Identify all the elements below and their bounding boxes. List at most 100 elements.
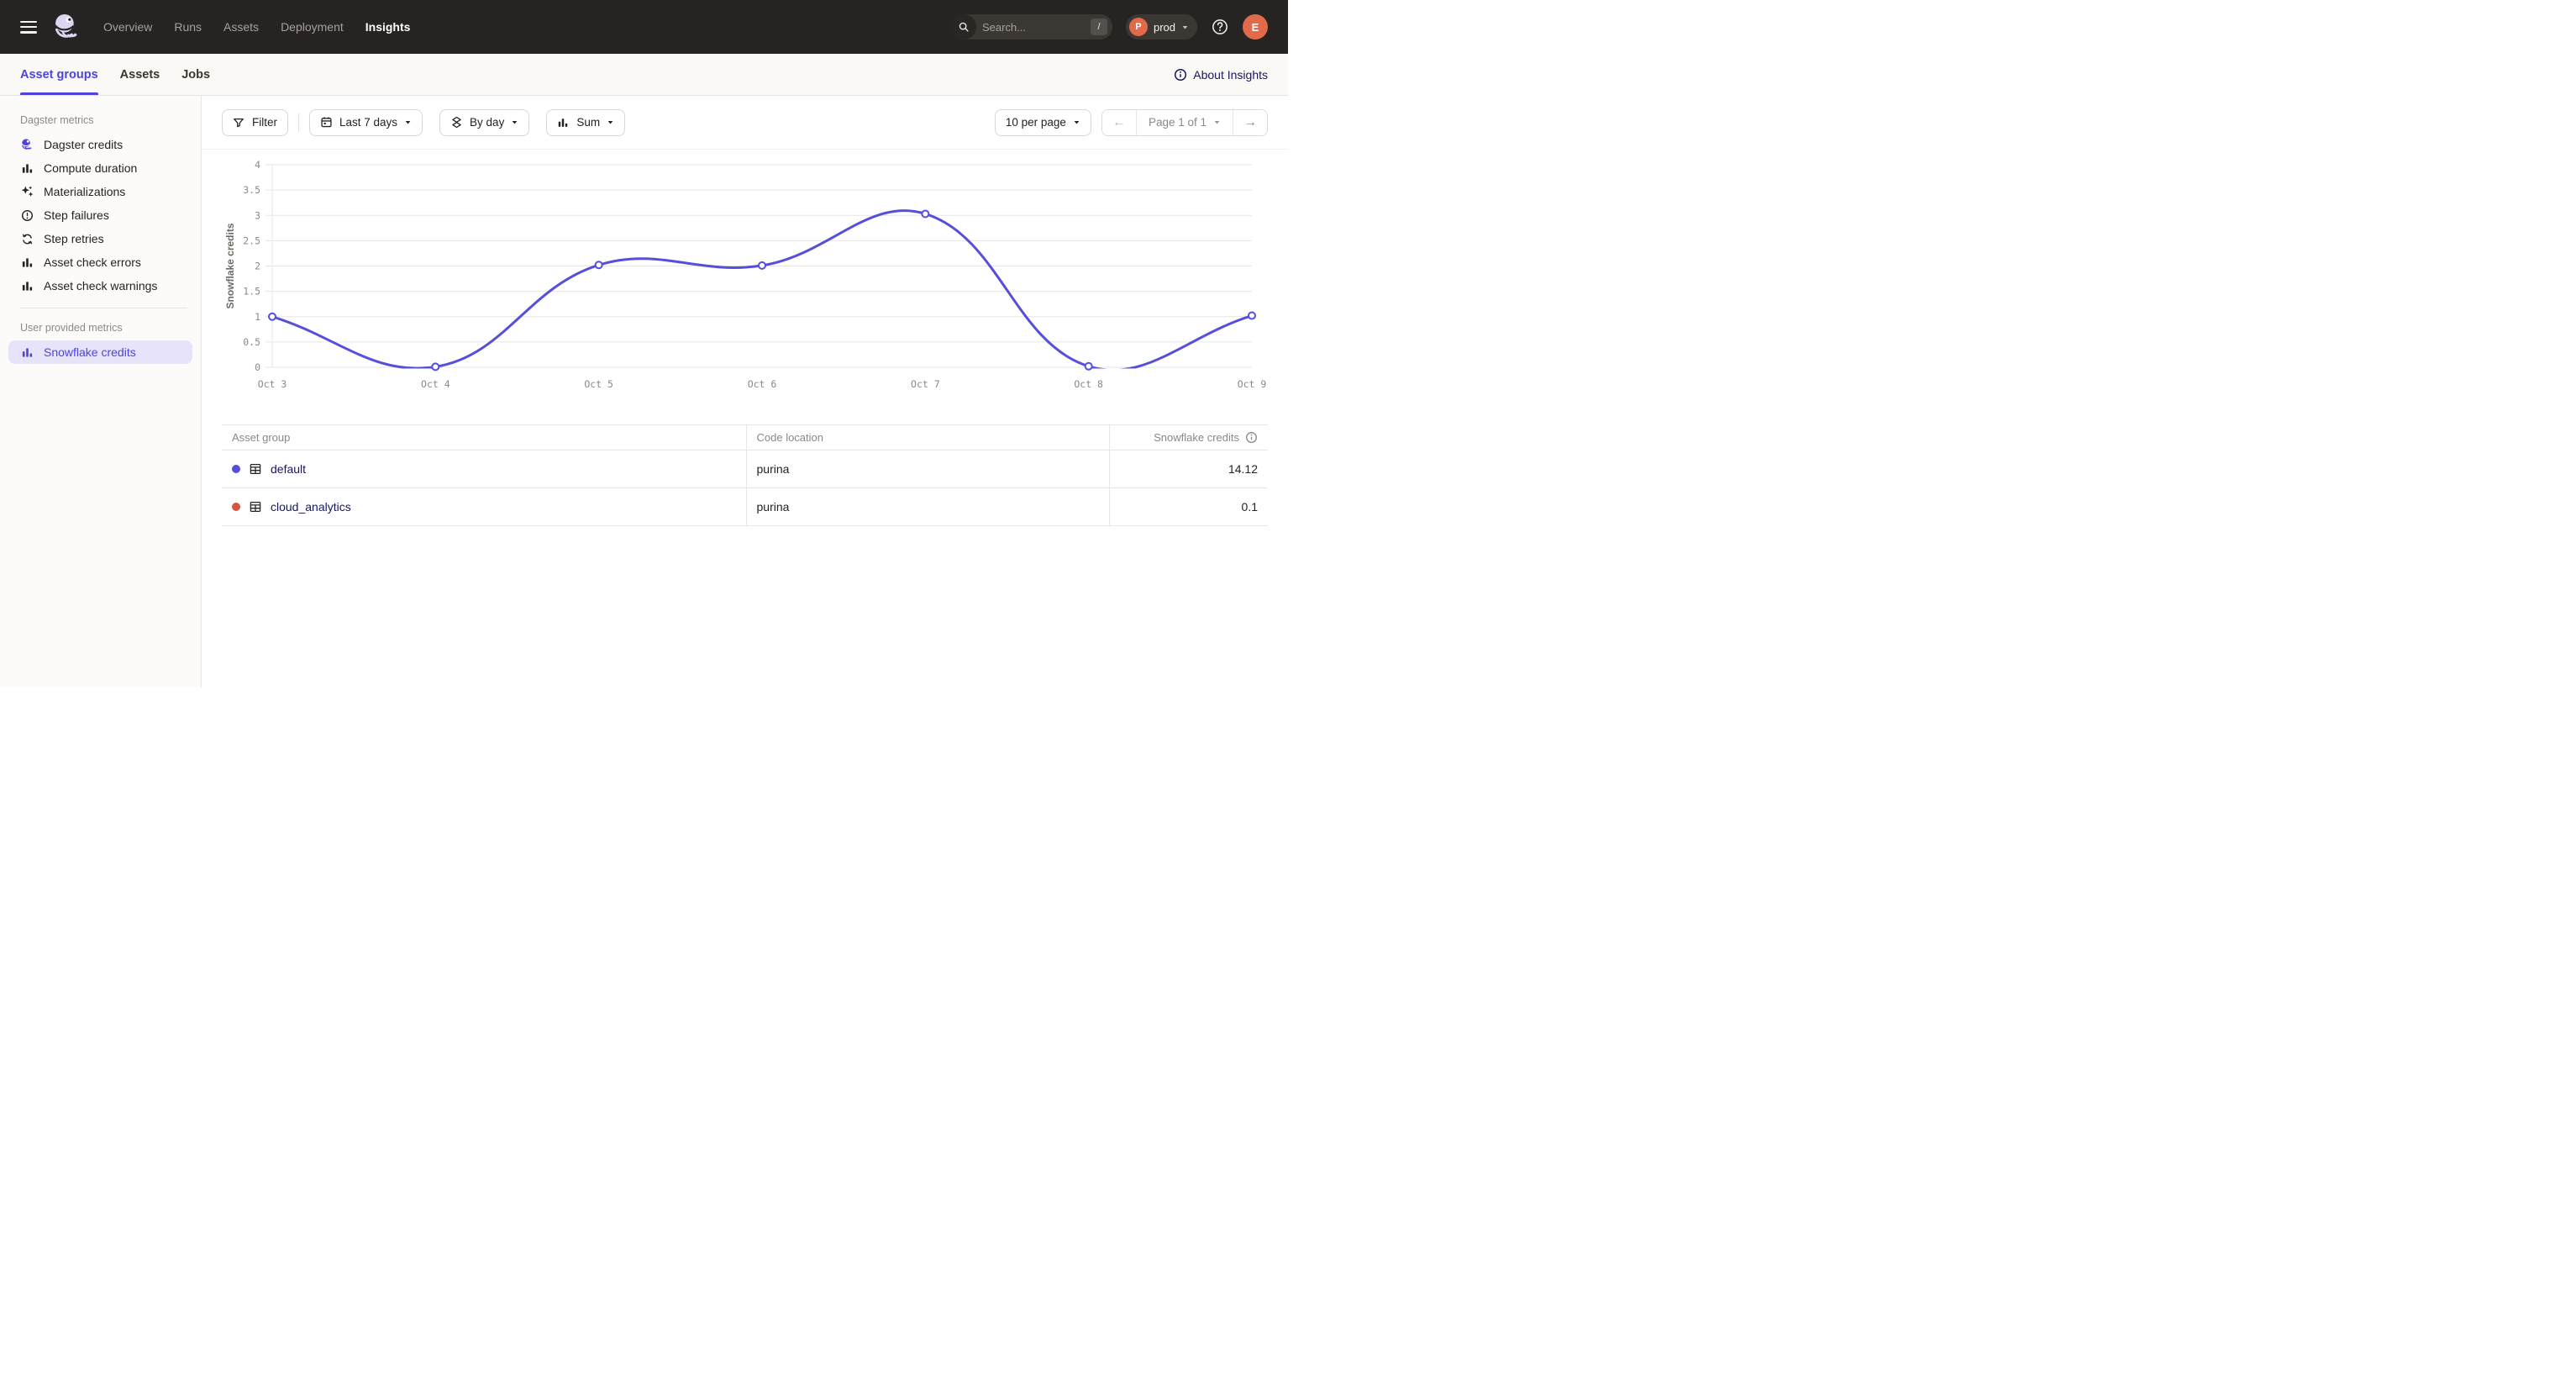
sidebar-section-title: User provided metrics (0, 313, 201, 340)
nav-link-overview[interactable]: Overview (103, 20, 152, 34)
data-point (759, 262, 765, 269)
retry-icon (20, 232, 34, 245)
info-icon (1174, 68, 1187, 82)
sparkles-icon (20, 185, 34, 198)
bar-chart-icon (20, 161, 34, 175)
dagster-logo-icon[interactable] (51, 12, 81, 42)
chevron-down-icon (1181, 24, 1189, 31)
nav-link-deployment[interactable]: Deployment (281, 20, 344, 34)
user-avatar[interactable]: E (1243, 14, 1268, 40)
dagster-icon (20, 138, 34, 151)
svg-text:0: 0 (255, 361, 260, 373)
line-chart: 00.511.522.533.54Snowflake creditsOct 3O… (222, 150, 1268, 402)
column-header-snowflake-credits: Snowflake credits (1109, 425, 1268, 450)
sidebar-item-asset-check-errors[interactable]: Asset check errors (8, 250, 192, 274)
asset-group-cell: default (222, 450, 746, 488)
data-point (596, 261, 602, 268)
filter-label: Filter (252, 116, 277, 129)
chart-canvas: 00.511.522.533.54Snowflake creditsOct 3O… (222, 150, 1268, 402)
results-table-wrap: Asset groupCode locationSnowflake credit… (222, 424, 1268, 526)
per-page-label: 10 per page (1006, 116, 1066, 129)
tab-assets[interactable]: Assets (120, 54, 160, 95)
sidebar-item-step-failures[interactable]: Step failures (8, 203, 192, 227)
bar-chart-icon (20, 345, 34, 359)
arrow-right-icon: → (1243, 115, 1257, 130)
toolbar: Filter Last 7 days By day Sum 10 per pag (202, 96, 1288, 150)
series-color-dot (232, 503, 240, 511)
search-icon (951, 14, 976, 40)
sidebar-item-label: Step failures (44, 208, 109, 222)
calendar-icon (320, 116, 333, 129)
metrics-sidebar: Dagster metricsDagster creditsCompute du… (0, 96, 202, 688)
nav-link-assets[interactable]: Assets (223, 20, 259, 34)
date-range-label: Last 7 days (339, 116, 397, 129)
aggregation-label: Sum (576, 116, 600, 129)
metric-value-cell: 14.12 (1109, 450, 1268, 488)
table-row: cloud_analytics purina0.1 (222, 488, 1268, 526)
nav-link-insights[interactable]: Insights (365, 20, 411, 34)
tab-asset-groups[interactable]: Asset groups (20, 54, 98, 95)
main-content: Filter Last 7 days By day Sum 10 per pag (202, 96, 1288, 688)
series-color-dot (232, 465, 240, 473)
chevron-down-icon (1073, 119, 1080, 126)
deployment-label: prod (1154, 21, 1175, 34)
sidebar-item-label: Compute duration (44, 161, 137, 175)
data-point (922, 210, 928, 217)
filter-button[interactable]: Filter (222, 109, 288, 136)
granularity-label: By day (470, 116, 504, 129)
asset-group-icon (249, 500, 262, 514)
metric-value-cell: 0.1 (1109, 488, 1268, 526)
pagination-controls: 10 per page ← Page 1 of 1 → (995, 109, 1268, 136)
previous-page-button[interactable]: ← (1102, 110, 1136, 135)
asset-group-link[interactable]: cloud_analytics (271, 500, 351, 514)
table-body: default purina14.12 cloud_analytics purina0… (222, 450, 1268, 526)
deployment-switcher[interactable]: P prod (1126, 14, 1197, 40)
chevron-down-icon (404, 119, 412, 126)
menu-icon[interactable] (20, 21, 37, 34)
data-point (1249, 313, 1255, 319)
error-circle-icon (20, 208, 34, 222)
help-icon[interactable] (1211, 18, 1229, 36)
search-shortcut-badge: / (1091, 18, 1107, 35)
svg-text:3.5: 3.5 (243, 184, 260, 196)
date-range-button[interactable]: Last 7 days (309, 109, 423, 136)
column-header-label: Snowflake credits (1154, 431, 1239, 444)
layers-icon (450, 116, 463, 129)
code-location-cell: purina (746, 488, 1109, 526)
about-insights-link[interactable]: About Insights (1174, 54, 1268, 95)
page-indicator[interactable]: Page 1 of 1 (1136, 110, 1233, 135)
nav-link-runs[interactable]: Runs (174, 20, 202, 34)
tabs: Asset groups Assets Jobs (20, 54, 232, 95)
svg-text:Oct 9: Oct 9 (1238, 378, 1267, 390)
sidebar-item-dagster-credits[interactable]: Dagster credits (8, 133, 192, 156)
sidebar-item-snowflake-credits[interactable]: Snowflake credits (8, 340, 192, 364)
svg-text:Oct 8: Oct 8 (1074, 378, 1103, 390)
next-page-button[interactable]: → (1233, 110, 1267, 135)
info-icon[interactable] (1245, 431, 1258, 444)
asset-group-icon (249, 462, 262, 476)
svg-text:Oct 6: Oct 6 (748, 378, 777, 390)
sidebar-item-step-retries[interactable]: Step retries (8, 227, 192, 250)
svg-text:Snowflake credits: Snowflake credits (224, 223, 236, 308)
sidebar-item-compute-duration[interactable]: Compute duration (8, 156, 192, 180)
granularity-button[interactable]: By day (439, 109, 529, 136)
sidebar-item-materializations[interactable]: Materializations (8, 180, 192, 203)
bar-chart-icon (20, 279, 34, 292)
asset-group-link[interactable]: default (271, 462, 306, 476)
line-series-snowflake-credits (272, 211, 1252, 371)
tab-jobs[interactable]: Jobs (181, 54, 210, 95)
table-row: default purina14.12 (222, 450, 1268, 488)
sidebar-item-asset-check-warnings[interactable]: Asset check warnings (8, 274, 192, 298)
search-input[interactable]: / (951, 14, 1112, 40)
search-field[interactable] (976, 21, 1091, 34)
nav-right: / P prod E (951, 14, 1268, 40)
toolbar-divider (298, 113, 299, 132)
svg-text:2.5: 2.5 (243, 234, 260, 246)
svg-text:0.5: 0.5 (243, 336, 260, 348)
chevron-down-icon (607, 119, 614, 126)
per-page-button[interactable]: 10 per page (995, 109, 1091, 136)
aggregation-button[interactable]: Sum (546, 109, 625, 136)
code-location-cell: purina (746, 450, 1109, 488)
svg-text:Oct 3: Oct 3 (258, 378, 287, 390)
chevron-down-icon (1213, 119, 1221, 126)
